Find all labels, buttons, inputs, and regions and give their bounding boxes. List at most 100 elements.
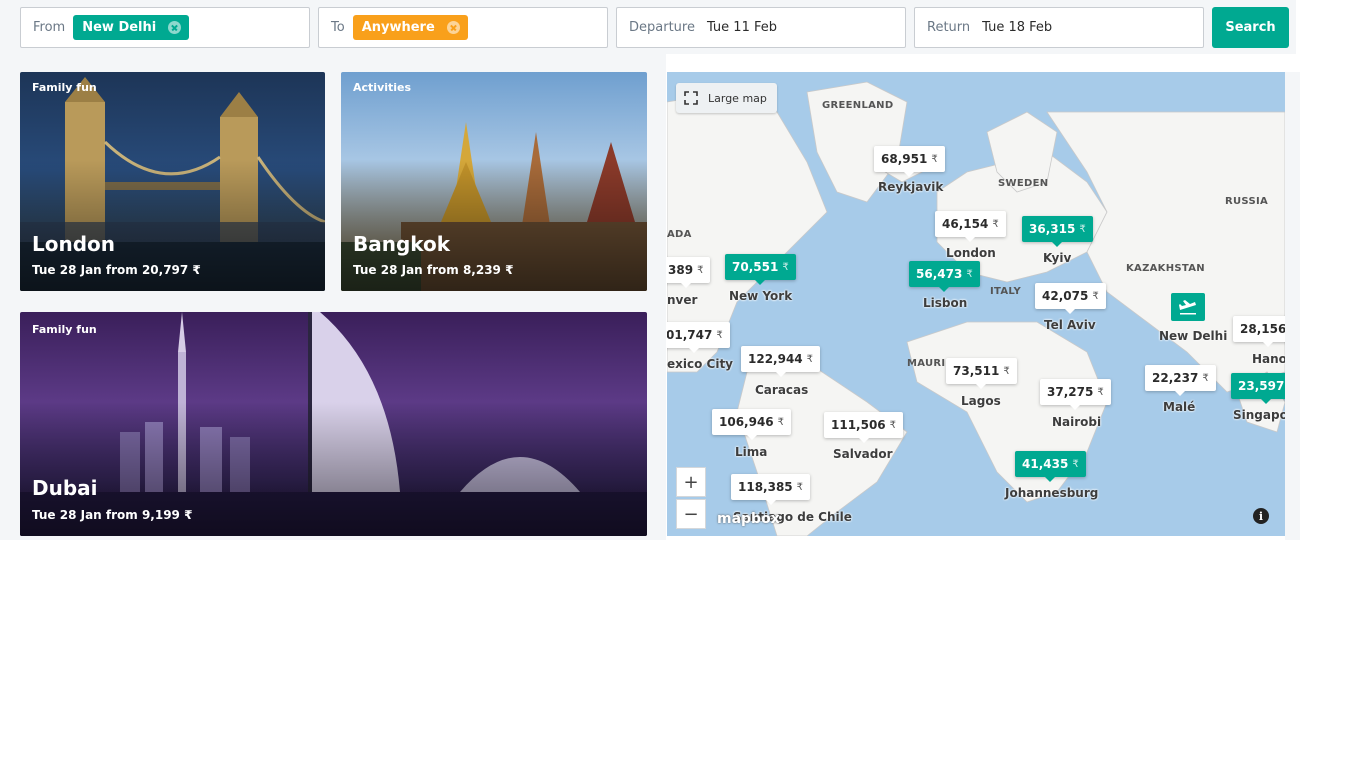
zoom-out-button[interactable]: − <box>676 499 706 529</box>
mapbox-logo: mapbox <box>717 511 780 527</box>
from-field[interactable]: From New Delhi <box>20 7 310 48</box>
zoom-in-button[interactable]: + <box>676 467 706 497</box>
country-label: GREENLAND <box>822 100 894 111</box>
from-chip-label: New Delhi <box>82 20 157 35</box>
currency-symbol: ₹ <box>966 268 973 280</box>
currency-symbol: ₹ <box>782 261 789 273</box>
from-chip[interactable]: New Delhi <box>73 15 190 40</box>
city-label: Nairobi <box>1052 415 1102 429</box>
search-button[interactable]: Search <box>1212 7 1289 48</box>
departure-field[interactable]: Departure Tue 11 Feb <box>616 7 906 48</box>
price-value: 122,944 <box>748 352 803 366</box>
price-pin[interactable]: 56,473 ₹ <box>909 261 980 292</box>
return-label: Return <box>927 20 971 35</box>
city-label: New York <box>729 289 793 303</box>
price-pin[interactable]: 23,597₹ <box>1231 373 1285 404</box>
price-pin[interactable]: 22,237 ₹ <box>1145 365 1216 396</box>
price-value: 28,156 <box>1240 322 1285 336</box>
destination-card-bangkok[interactable]: Activities Bangkok Tue 28 Jan from 8,239… <box>341 72 647 291</box>
price-value: 41,435 <box>1022 457 1069 471</box>
price-pin[interactable]: 28,156₹ <box>1233 316 1285 347</box>
card-price: Tue 28 Jan from 8,239 ₹ <box>353 263 514 277</box>
price-pin[interactable]: 41,435 ₹ <box>1015 451 1086 482</box>
currency-symbol: ₹ <box>1072 458 1079 470</box>
return-field[interactable]: Return Tue 18 Feb <box>914 7 1204 48</box>
city-label: Caracas <box>755 383 809 397</box>
city-label: Malé <box>1163 400 1196 414</box>
price-pin[interactable]: 106,946 ₹ <box>712 409 792 440</box>
city-label: Lagos <box>961 394 1001 408</box>
to-chip[interactable]: Anywhere <box>352 15 468 40</box>
city-label: Hano <box>1252 352 1285 366</box>
price-pin[interactable]: 122,944 ₹ <box>741 346 821 377</box>
clear-to-icon[interactable] <box>446 21 460 34</box>
city-label: Johannesburg <box>1005 486 1099 500</box>
city-label: Singapor <box>1233 408 1285 422</box>
city-label: Lima <box>735 445 768 459</box>
info-button[interactable]: i <box>1253 508 1269 524</box>
city-label: Salvador <box>833 447 893 461</box>
currency-symbol: ₹ <box>796 481 804 493</box>
price-value: 22,237 <box>1152 371 1199 385</box>
price-value: 106,946 <box>719 415 774 429</box>
map-edge <box>1285 72 1300 540</box>
price-pin[interactable]: 118,385 ₹ <box>731 474 811 505</box>
search-bar: From New Delhi To Anywhere Departure Tue… <box>0 0 1296 54</box>
price-pin[interactable]: 46,154 ₹ <box>935 211 1006 242</box>
return-value: Tue 18 Feb <box>982 20 1053 35</box>
to-field[interactable]: To Anywhere <box>318 7 608 48</box>
country-label: ITALY <box>990 286 1022 297</box>
price-pin[interactable]: 70,551 ₹ <box>725 254 796 285</box>
currency-symbol: ₹ <box>697 264 704 276</box>
country-label: SWEDEN <box>998 178 1049 189</box>
card-city: Dubai <box>32 476 98 500</box>
price-pin[interactable]: 111,506 ₹ <box>824 412 904 443</box>
currency-symbol: ₹ <box>1092 290 1099 302</box>
price-value: 23,597 <box>1238 379 1285 393</box>
price-pin[interactable]: 73,511 ₹ <box>946 358 1017 389</box>
price-value: 118,385 <box>738 480 793 494</box>
city-label: nver <box>667 293 698 307</box>
clear-from-icon[interactable] <box>168 21 182 34</box>
price-pin[interactable]: 42,075 ₹ <box>1035 283 1106 314</box>
card-tag: Activities <box>353 81 412 94</box>
destination-card-dubai[interactable]: Family fun Dubai Tue 28 Jan from 9,199 ₹ <box>20 312 647 536</box>
price-pin[interactable]: 01,747 ₹ <box>667 322 730 353</box>
price-pin[interactable]: 68,951 ₹ <box>874 146 945 177</box>
currency-symbol: ₹ <box>777 416 785 428</box>
country-label: KAZAKHSTAN <box>1126 263 1205 274</box>
origin-marker[interactable] <box>1171 293 1205 321</box>
card-city: London <box>32 232 116 256</box>
price-value: 37,275 <box>1047 385 1094 399</box>
card-price: Tue 28 Jan from 20,797 ₹ <box>32 263 201 277</box>
price-pin[interactable]: 36,315 ₹ <box>1022 216 1093 247</box>
city-label: Kyiv <box>1043 251 1072 265</box>
currency-symbol: ₹ <box>889 419 897 431</box>
price-value: 42,075 <box>1042 289 1089 303</box>
to-chip-label: Anywhere <box>361 20 435 35</box>
price-value: 111,506 <box>831 418 886 432</box>
currency-symbol: ₹ <box>1003 365 1010 377</box>
country-label: RUSSIA <box>1225 196 1269 207</box>
large-map-button[interactable]: Large map <box>676 83 777 113</box>
departure-value: Tue 11 Feb <box>706 20 777 35</box>
city-label: Reykjavik <box>878 180 944 194</box>
large-map-label: Large map <box>708 91 767 105</box>
currency-symbol: ₹ <box>1079 223 1086 235</box>
destination-card-london[interactable]: Family fun London Tue 28 Jan from 20,797… <box>20 72 325 291</box>
price-pin[interactable]: 37,275 ₹ <box>1040 379 1111 410</box>
price-value: 46,154 <box>942 217 989 231</box>
city-label: Tel Aviv <box>1044 318 1096 332</box>
city-label: New Delhi <box>1159 329 1228 343</box>
currency-symbol: ₹ <box>806 353 814 365</box>
price-pin[interactable]: 389 ₹ <box>667 257 711 288</box>
price-value: 56,473 <box>916 267 963 281</box>
price-value: 70,551 <box>732 260 779 274</box>
country-label: MAURI <box>907 358 946 369</box>
price-value: 01,747 <box>667 328 713 342</box>
price-value: 68,951 <box>881 152 928 166</box>
currency-symbol: ₹ <box>992 218 999 230</box>
plane-departure-icon <box>1179 300 1196 315</box>
to-label: To <box>331 20 345 35</box>
destinations-map[interactable]: GREENLAND SWEDEN RUSSIA KAZAKHSTAN ITALY… <box>667 72 1285 536</box>
